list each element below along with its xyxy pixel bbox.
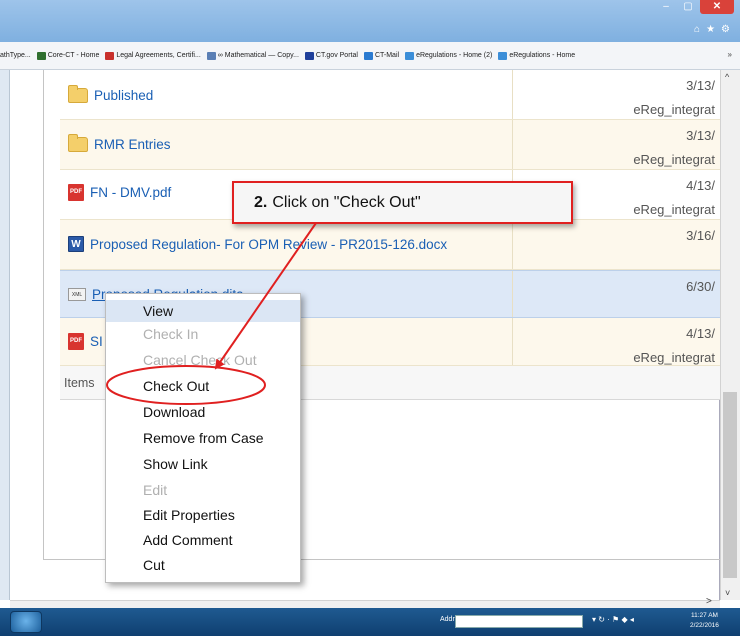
menu-item-add-comment[interactable]: Add Comment — [106, 529, 300, 551]
core-ct-icon — [36, 51, 46, 60]
vertical-scrollbar[interactable]: ^ ˅ — [720, 70, 740, 600]
file-name-link[interactable]: PDF SI — [68, 333, 103, 350]
scroll-up-arrow-icon[interactable]: ^ — [725, 72, 729, 82]
favorite-label: Legal Agreements, Certifi... — [116, 52, 201, 59]
favorites-star-icon[interactable]: ★ — [706, 24, 715, 35]
file-name-label: SI — [90, 334, 103, 349]
scroll-right-arrow-icon[interactable]: > — [706, 596, 712, 607]
favorite-link[interactable]: Core-CT - Home — [36, 51, 100, 60]
modified-date: 3/13/ — [686, 78, 715, 93]
column-divider — [512, 120, 513, 169]
menu-item-download[interactable]: Download — [106, 401, 300, 423]
menu-item-view[interactable]: View — [106, 300, 300, 322]
favorite-label: Core-CT - Home — [47, 52, 100, 59]
favorite-link[interactable]: eRegulations - Home (2) — [405, 51, 493, 60]
settings-gear-icon[interactable]: ⚙ — [721, 24, 730, 35]
modified-date: 3/13/ — [686, 128, 715, 143]
file-name-link[interactable]: RMR Entries — [68, 134, 171, 152]
taskbar-clock[interactable]: 11:27 AM 2/22/2016 — [690, 611, 719, 631]
ie-icon — [498, 51, 508, 60]
page-left-margin — [0, 70, 10, 600]
context-menu: View Check In Cancel Check Out Check Out… — [105, 293, 301, 583]
modified-by: eReg_integrat — [633, 102, 715, 117]
favorite-label: CT.gov Portal — [315, 52, 358, 59]
legal-agreements-icon — [105, 51, 115, 60]
table-row[interactable]: Published 3/13/ eReg_integrat — [60, 70, 721, 120]
ie-icon — [405, 51, 415, 60]
column-divider — [512, 318, 513, 365]
pdf-file-icon: PDF — [68, 333, 84, 350]
address-input[interactable] — [455, 615, 583, 628]
favorite-label: eRegulations - Home (2) — [416, 52, 493, 59]
menu-item-check-out[interactable]: Check Out — [106, 375, 300, 397]
modified-by: eReg_integrat — [633, 152, 715, 167]
page-icon — [206, 51, 216, 60]
favorite-label: athType... — [0, 52, 31, 59]
callout-text: Click on "Check Out" — [272, 193, 421, 211]
table-row[interactable]: W Proposed Regulation- For OPM Review - … — [60, 220, 721, 270]
windows-taskbar: Address ▾ ↻ · ⚑ ◆ ◂ 11:27 AM 2/22/2016 — [0, 608, 740, 636]
window-controls: – ▢ ✕ — [656, 0, 734, 16]
file-name-label: Proposed Regulation- For OPM Review - PR… — [90, 236, 448, 252]
home-icon[interactable]: ⌂ — [694, 24, 700, 35]
folder-icon — [68, 134, 88, 152]
callout-step-number: 2. — [254, 193, 268, 211]
favorite-link[interactable]: CT-Mail — [363, 51, 400, 60]
clock-date: 2/22/2016 — [690, 622, 719, 629]
modified-date: 4/13/ — [686, 178, 715, 193]
start-button-icon[interactable] — [10, 611, 42, 633]
menu-item-remove-from-case[interactable]: Remove from Case — [106, 427, 300, 449]
favorite-link[interactable]: CT.gov Portal — [304, 51, 358, 60]
menu-item-cut[interactable]: Cut — [106, 554, 300, 576]
favorite-label: CT-Mail — [374, 52, 400, 59]
favorite-link[interactable]: Legal Agreements, Certifi... — [105, 51, 201, 60]
file-name-label: FN - DMV.pdf — [90, 185, 172, 200]
modified-date: 6/30/ — [686, 279, 715, 294]
file-name-link[interactable]: PDF FN - DMV.pdf — [68, 184, 171, 201]
file-name-label: Published — [94, 88, 154, 103]
scrollbar-thumb[interactable] — [723, 392, 737, 578]
favorite-label: ∞ Mathematical — Copy... — [217, 52, 299, 59]
close-button[interactable]: ✕ — [700, 0, 734, 14]
minimize-button[interactable]: – — [656, 0, 676, 14]
favorite-label: eRegulations - Home — [509, 52, 576, 59]
favorites-bar: athType... Core-CT - Home Legal Agreemen… — [0, 42, 740, 70]
menu-item-edit-properties[interactable]: Edit Properties — [106, 504, 300, 526]
maximize-button[interactable]: ▢ — [678, 0, 698, 14]
column-divider — [512, 271, 513, 317]
favorite-link[interactable]: athType... — [0, 52, 31, 59]
menu-item-check-in: Check In — [143, 326, 199, 342]
mail-icon — [363, 51, 373, 60]
file-name-link[interactable]: W Proposed Regulation- For OPM Review - … — [68, 236, 447, 252]
modified-date: 4/13/ — [686, 326, 715, 341]
system-tray-icons[interactable]: ▾ ↻ · ⚑ ◆ ◂ — [592, 615, 634, 624]
modified-by: eReg_integrat — [633, 350, 715, 365]
column-divider — [512, 220, 513, 269]
menu-item-edit: Edit — [143, 482, 168, 498]
clock-time: 11:27 AM — [690, 612, 718, 619]
scroll-down-arrow-icon[interactable]: ˅ — [725, 588, 730, 598]
xml-file-icon: XML — [68, 288, 86, 301]
menu-item-cancel-check-out: Cancel Check Out — [143, 352, 257, 368]
instruction-callout: 2. Click on "Check Out" — [232, 181, 573, 224]
menu-item-show-link[interactable]: Show Link — [106, 453, 300, 475]
flag-icon — [304, 51, 314, 60]
screen: – ▢ ✕ ⌂ ★ ⚙ athType... Core-CT - Home Le… — [0, 0, 740, 636]
column-divider — [512, 70, 513, 119]
items-count-label: Items — [64, 376, 95, 390]
modified-date: 3/16/ — [686, 228, 715, 243]
folder-icon — [68, 85, 88, 103]
file-name-label: RMR Entries — [94, 137, 171, 152]
pdf-file-icon: PDF — [68, 184, 84, 201]
table-row[interactable]: RMR Entries 3/13/ eReg_integrat — [60, 120, 721, 170]
modified-by: eReg_integrat — [633, 202, 715, 217]
favorite-link[interactable]: ∞ Mathematical — Copy... — [206, 51, 299, 60]
file-name-link[interactable]: Published — [68, 85, 154, 103]
browser-title-bar: – ▢ ✕ ⌂ ★ ⚙ — [0, 0, 740, 42]
horizontal-scrollbar[interactable] — [10, 600, 720, 608]
favorite-link[interactable]: eRegulations - Home — [498, 51, 576, 60]
browser-toolbar-icons: ⌂ ★ ⚙ — [694, 24, 730, 35]
word-doc-icon: W — [68, 236, 84, 252]
favorites-overflow-chevron-icon[interactable]: » — [728, 50, 732, 59]
